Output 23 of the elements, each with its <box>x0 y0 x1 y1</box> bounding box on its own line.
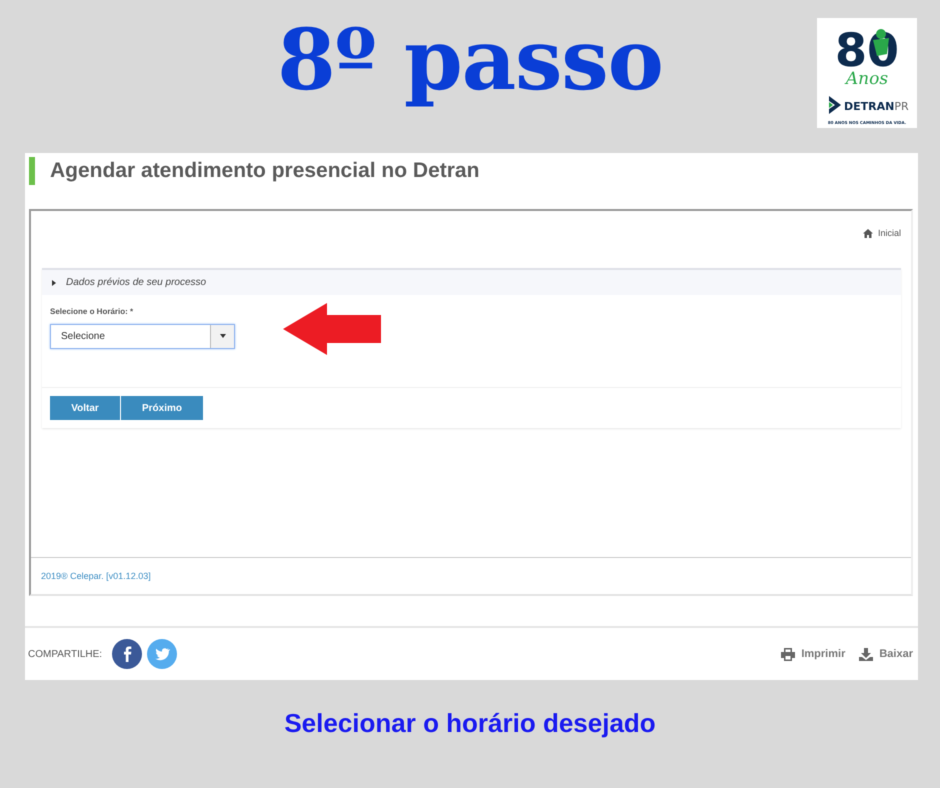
facebook-icon[interactable] <box>112 639 142 669</box>
field-label: Selecione o Horário: * <box>50 307 134 316</box>
copyright-text: 2019® Celepar. [v01.12.03] <box>41 571 151 581</box>
share-label: COMPARTILHE: <box>28 648 102 660</box>
home-link[interactable]: Inicial <box>862 228 901 238</box>
form-button[interactable]: Próximo <box>121 396 203 420</box>
print-link[interactable]: Imprimir <box>781 648 846 660</box>
caption: Selecionar o horário desejado <box>283 708 657 739</box>
section-title: Dados prévios de seu processo <box>66 277 206 288</box>
home-icon <box>862 228 873 238</box>
form-button[interactable]: Voltar <box>50 396 120 420</box>
download-link[interactable]: Baixar <box>859 648 913 660</box>
accent-bar <box>29 156 35 184</box>
download-icon <box>859 648 874 660</box>
time-select[interactable]: Selecione <box>50 324 235 348</box>
caret-icon <box>51 280 57 286</box>
printer-icon <box>781 648 796 660</box>
step-title: 8º passo <box>277 18 663 111</box>
home-label: Inicial <box>878 228 901 238</box>
page-heading: Agendar atendimento presencial no Detran <box>50 158 480 182</box>
arrow-icon <box>283 303 381 355</box>
section-header[interactable]: Dados prévios de seu processo <box>42 270 901 295</box>
caret-icon <box>220 334 226 338</box>
